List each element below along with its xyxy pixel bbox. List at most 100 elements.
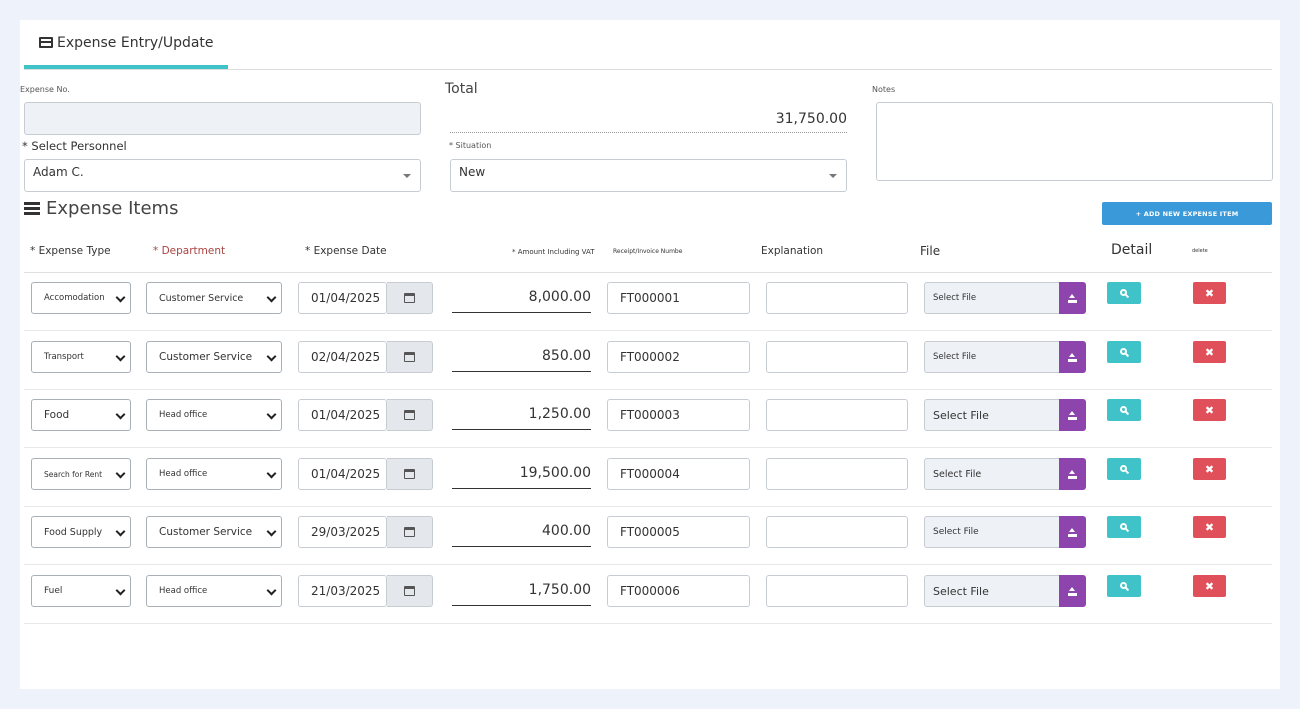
close-icon: ✖ <box>1204 520 1215 534</box>
header-receipt: Receipt/Invoice Numbe <box>613 248 683 255</box>
chevron-down-icon <box>266 409 277 420</box>
personnel-value: Adam C. <box>33 165 84 179</box>
chevron-down-icon <box>115 526 126 537</box>
upload-button[interactable] <box>1059 458 1086 490</box>
expense-date-input[interactable]: 29/03/2025 <box>298 516 387 548</box>
personnel-select[interactable]: Adam C. <box>24 159 421 192</box>
calendar-button[interactable] <box>387 575 433 607</box>
explanation-input[interactable] <box>766 575 908 607</box>
zoom-icon <box>1119 581 1127 589</box>
file-select-field[interactable]: Select File <box>924 341 1060 373</box>
expense-type-select[interactable]: Fuel <box>31 575 131 607</box>
chevron-down-icon <box>115 409 126 420</box>
receipt-number-input[interactable]: FT000002 <box>607 341 750 373</box>
expense-type-select[interactable]: Accomodation <box>31 282 131 314</box>
upload-button[interactable] <box>1059 282 1086 314</box>
department-select[interactable]: Customer Service <box>146 282 282 314</box>
header-file: File <box>920 244 941 258</box>
tab-expense-entry[interactable]: Expense Entry/Update <box>24 20 228 69</box>
chevron-down-icon <box>266 468 277 479</box>
chevron-down-icon <box>266 585 277 596</box>
header-detail: Detail <box>1111 242 1153 258</box>
caret-down-icon <box>829 173 837 178</box>
explanation-input[interactable] <box>766 341 908 373</box>
expense-date-input[interactable]: 02/04/2025 <box>298 341 387 373</box>
expense-no-label: Expense No. <box>20 85 70 94</box>
calendar-button[interactable] <box>387 341 433 373</box>
upload-button[interactable] <box>1059 399 1086 431</box>
department-select[interactable]: Head office <box>146 575 282 607</box>
calendar-button[interactable] <box>387 458 433 490</box>
detail-button[interactable] <box>1107 399 1141 421</box>
expense-date-input[interactable]: 01/04/2025 <box>298 399 387 431</box>
upload-icon <box>1068 410 1077 420</box>
explanation-input[interactable] <box>766 458 908 490</box>
personnel-label: * Select Personnel <box>22 139 127 153</box>
amount-input[interactable]: 19,500.00 <box>452 457 591 489</box>
table-row: Transport Customer Service 02/04/2025 850.0… <box>24 332 1272 390</box>
notes-textarea[interactable] <box>876 102 1273 181</box>
department-select[interactable]: Head office <box>146 458 282 490</box>
zoom-icon <box>1119 347 1127 355</box>
close-icon: ✖ <box>1204 345 1215 359</box>
amount-input[interactable]: 1,250.00 <box>452 398 591 430</box>
receipt-number-input[interactable]: FT000004 <box>607 458 750 490</box>
add-expense-item-button[interactable]: + ADD NEW EXPENSE ITEM <box>1102 202 1272 225</box>
table-row: Accomodation Customer Service 01/04/2025 8,… <box>24 273 1272 331</box>
receipt-number-input[interactable]: FT000006 <box>607 575 750 607</box>
expense-date-input[interactable]: 01/04/2025 <box>298 282 387 314</box>
detail-button[interactable] <box>1107 341 1141 363</box>
file-select-field[interactable]: Select File <box>924 458 1060 490</box>
expense-type-value: Search for Rent <box>44 469 103 479</box>
upload-button[interactable] <box>1059 575 1086 607</box>
chevron-down-icon <box>115 468 126 479</box>
delete-button[interactable]: ✖ <box>1193 458 1226 480</box>
explanation-input[interactable] <box>766 516 908 548</box>
expense-no-field[interactable] <box>24 102 421 135</box>
amount-input[interactable]: 8,000.00 <box>452 281 591 313</box>
amount-input[interactable]: 1,750.00 <box>452 574 591 606</box>
expense-type-select[interactable]: Search for Rent <box>31 458 131 490</box>
amount-input[interactable]: 850.00 <box>452 340 591 372</box>
detail-button[interactable] <box>1107 458 1141 480</box>
header-expense-type: * Expense Type <box>30 245 111 257</box>
expense-type-value: Food <box>44 409 70 421</box>
situation-select[interactable]: New <box>450 159 847 192</box>
total-value: 31,750.00 <box>450 106 847 133</box>
receipt-number-input[interactable]: FT000003 <box>607 399 750 431</box>
amount-input[interactable]: 400.00 <box>452 515 591 547</box>
department-select[interactable]: Head office <box>146 399 282 431</box>
department-select[interactable]: Customer Service <box>146 516 282 548</box>
explanation-input[interactable] <box>766 399 908 431</box>
delete-button[interactable]: ✖ <box>1193 399 1226 421</box>
file-select-field[interactable]: Select File <box>924 282 1060 314</box>
file-select-field[interactable]: Select File <box>924 399 1060 431</box>
expense-type-select[interactable]: Transport <box>31 341 131 373</box>
file-select-field[interactable]: Select File <box>924 516 1060 548</box>
delete-button[interactable]: ✖ <box>1193 282 1226 304</box>
detail-button[interactable] <box>1107 516 1141 538</box>
calendar-button[interactable] <box>387 282 433 314</box>
expense-date-input[interactable]: 21/03/2025 <box>298 575 387 607</box>
file-select-field[interactable]: Select File <box>924 575 1060 607</box>
detail-button[interactable] <box>1107 575 1141 597</box>
delete-button[interactable]: ✖ <box>1193 341 1226 363</box>
chevron-down-icon <box>115 292 126 303</box>
expense-type-select[interactable]: Food <box>31 399 131 431</box>
calendar-button[interactable] <box>387 399 433 431</box>
detail-button[interactable] <box>1107 282 1141 304</box>
upload-button[interactable] <box>1059 516 1086 548</box>
delete-button[interactable]: ✖ <box>1193 516 1226 538</box>
delete-button[interactable]: ✖ <box>1193 575 1226 597</box>
upload-icon <box>1068 586 1077 596</box>
upload-icon <box>1068 469 1077 479</box>
expense-date-input[interactable]: 01/04/2025 <box>298 458 387 490</box>
receipt-number-input[interactable]: FT000001 <box>607 282 750 314</box>
expense-type-select[interactable]: Food Supply <box>31 516 131 548</box>
calendar-button[interactable] <box>387 516 433 548</box>
upload-button[interactable] <box>1059 341 1086 373</box>
department-select[interactable]: Customer Service <box>146 341 282 373</box>
explanation-input[interactable] <box>766 282 908 314</box>
close-icon: ✖ <box>1204 462 1215 476</box>
receipt-number-input[interactable]: FT000005 <box>607 516 750 548</box>
